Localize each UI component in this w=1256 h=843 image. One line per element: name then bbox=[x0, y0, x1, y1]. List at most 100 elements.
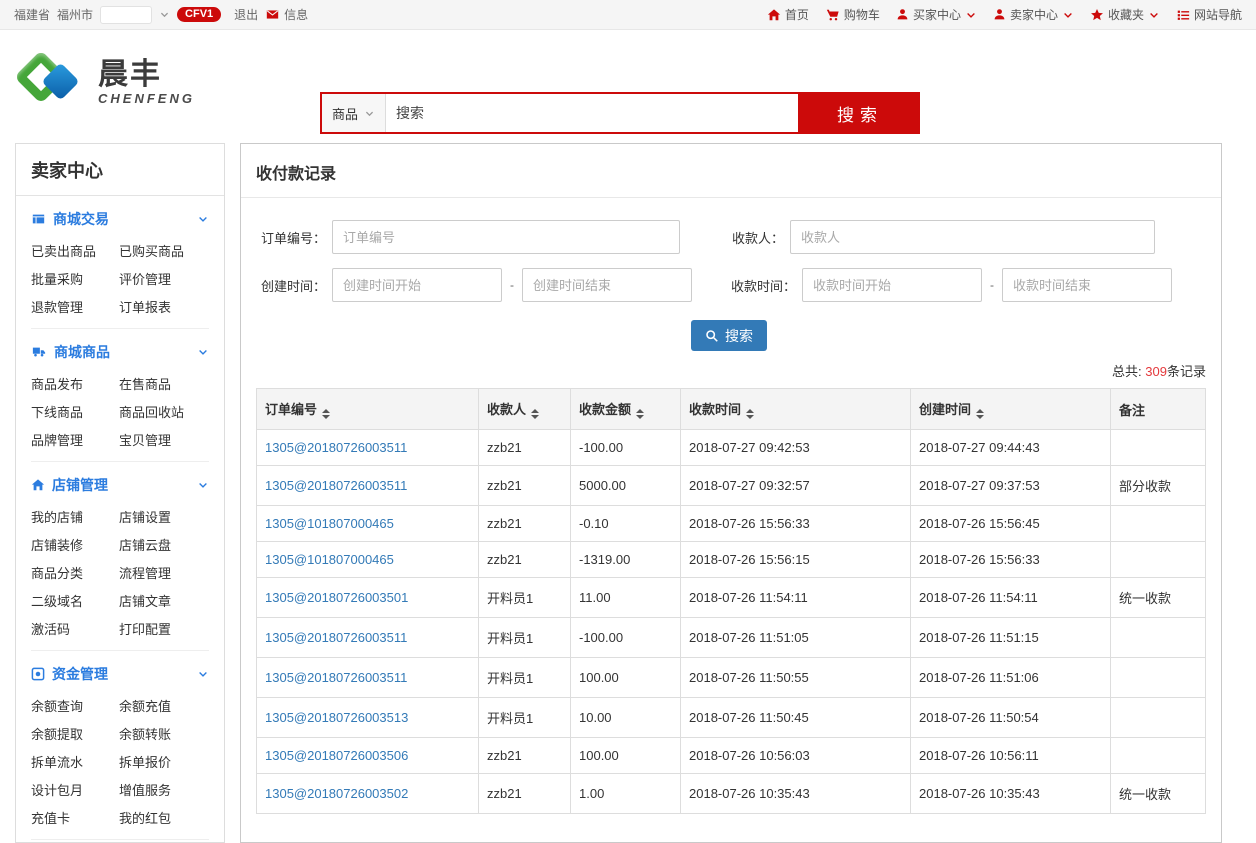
order-link[interactable]: 1305@101807000465 bbox=[265, 552, 394, 567]
order-link[interactable]: 1305@20180726003506 bbox=[265, 748, 408, 763]
sort-icon[interactable] bbox=[746, 409, 754, 419]
sidebar-section-mall-trade[interactable]: 商城交易 bbox=[31, 209, 209, 229]
chevron-down-icon bbox=[1148, 9, 1160, 21]
column-header-payee[interactable]: 收款人 bbox=[479, 389, 571, 430]
sidebar-item[interactable]: 已卖出商品 bbox=[31, 241, 119, 260]
topbar-link-seller-center[interactable]: 卖家中心 bbox=[993, 6, 1074, 23]
topbar-link-favorites[interactable]: 收藏夹 bbox=[1090, 6, 1160, 23]
cell-receive-time: 2018-07-26 11:54:11 bbox=[681, 578, 911, 618]
column-header-amount[interactable]: 收款金额 bbox=[571, 389, 681, 430]
header-search-button[interactable]: 搜索 bbox=[800, 92, 920, 134]
sidebar-item[interactable]: 激活码 bbox=[31, 619, 119, 638]
sidebar-item[interactable]: 余额提取 bbox=[31, 724, 119, 743]
sidebar-item[interactable]: 已购买商品 bbox=[119, 241, 209, 260]
order-no-input[interactable] bbox=[332, 220, 680, 254]
message-link[interactable]: 信息 bbox=[284, 6, 308, 23]
cell-remark bbox=[1111, 506, 1206, 542]
search-box: 商品 bbox=[320, 92, 800, 134]
column-header-receive-time[interactable]: 收款时间 bbox=[681, 389, 911, 430]
search-category-select[interactable]: 商品 bbox=[322, 94, 386, 132]
sidebar-item[interactable]: 余额查询 bbox=[31, 696, 119, 715]
sort-icon[interactable] bbox=[531, 409, 539, 419]
sidebar-item[interactable]: 拆单流水 bbox=[31, 752, 119, 771]
create-time-start-input[interactable] bbox=[332, 268, 502, 302]
cell-create-time: 2018-07-27 09:37:53 bbox=[911, 466, 1111, 506]
sidebar-item[interactable]: 批量采购 bbox=[31, 269, 119, 288]
order-link[interactable]: 1305@20180726003502 bbox=[265, 786, 408, 801]
logout-link[interactable]: 退出 bbox=[234, 6, 258, 23]
sidebar-item[interactable]: 店铺装修 bbox=[31, 535, 119, 554]
create-time-end-input[interactable] bbox=[522, 268, 692, 302]
sidebar-item[interactable]: 拆单报价 bbox=[119, 752, 209, 771]
order-link[interactable]: 1305@20180726003511 bbox=[265, 630, 407, 645]
sidebar-item[interactable]: 我的店铺 bbox=[31, 507, 119, 526]
sidebar-item[interactable]: 下线商品 bbox=[31, 402, 119, 421]
cell-payee: zzb21 bbox=[479, 542, 571, 578]
sidebar-item[interactable]: 商品回收站 bbox=[119, 402, 209, 421]
cell-amount: 5000.00 bbox=[571, 466, 681, 506]
sidebar-item[interactable]: 设计包月 bbox=[31, 780, 119, 799]
sidebar-item[interactable]: 商品发布 bbox=[31, 374, 119, 393]
city-link[interactable]: 福州市 bbox=[57, 6, 93, 23]
topbar: 福建省 福州市 CFV1 退出 信息 首页购物车买家中心卖家中心收藏夹网站导航 bbox=[0, 0, 1256, 30]
sidebar-item[interactable]: 退款管理 bbox=[31, 297, 119, 316]
sidebar-item[interactable]: 店铺设置 bbox=[119, 507, 209, 526]
sort-icon[interactable] bbox=[636, 409, 644, 419]
payee-input[interactable] bbox=[790, 220, 1155, 254]
sidebar-item[interactable]: 我的红包 bbox=[119, 808, 209, 827]
region-link[interactable]: 福建省 bbox=[14, 6, 50, 23]
receive-time-start-input[interactable] bbox=[802, 268, 982, 302]
sidebar-item[interactable]: 流程管理 bbox=[119, 563, 209, 582]
sidebar-section-mall-goods[interactable]: 商城商品 bbox=[31, 342, 209, 362]
sidebar-item[interactable]: 店铺文章 bbox=[119, 591, 209, 610]
cell-amount: -100.00 bbox=[571, 430, 681, 466]
filter-search-button[interactable]: 搜索 bbox=[691, 320, 767, 351]
receive-time-end-input[interactable] bbox=[1002, 268, 1172, 302]
sort-icon[interactable] bbox=[322, 409, 330, 419]
sidebar-item[interactable]: 宝贝管理 bbox=[119, 430, 209, 449]
user-select[interactable] bbox=[100, 6, 152, 24]
cell-order-no: 1305@20180726003513 bbox=[257, 698, 479, 738]
sidebar-item[interactable]: 评价管理 bbox=[119, 269, 209, 288]
order-link[interactable]: 1305@20180726003511 bbox=[265, 478, 407, 493]
records-table: 订单编号收款人收款金额收款时间创建时间备注 1305@2018072600351… bbox=[256, 388, 1206, 814]
sidebar-item[interactable]: 店铺云盘 bbox=[119, 535, 209, 554]
site-header: 晨丰 CHENFENG 商品 搜索 bbox=[0, 30, 1256, 135]
sidebar-item[interactable]: 在售商品 bbox=[119, 374, 209, 393]
sidebar-section-items: 余额查询余额充值余额提取余额转账拆单流水拆单报价设计包月增值服务充值卡我的红包 bbox=[31, 696, 209, 827]
main-panel: 收付款记录 订单编号： 收款人： 创建时间： - 收款时间： - bbox=[240, 143, 1222, 843]
order-link[interactable]: 1305@101807000465 bbox=[265, 516, 394, 531]
column-header-remark: 备注 bbox=[1111, 389, 1206, 430]
order-link[interactable]: 1305@20180726003511 bbox=[265, 440, 407, 455]
sort-icon[interactable] bbox=[976, 409, 984, 419]
topbar-link-buyer-center[interactable]: 买家中心 bbox=[896, 6, 977, 23]
sidebar-item[interactable]: 充值卡 bbox=[31, 808, 119, 827]
sidebar-item[interactable]: 打印配置 bbox=[119, 619, 209, 638]
order-link[interactable]: 1305@20180726003513 bbox=[265, 710, 408, 725]
column-header-create-time[interactable]: 创建时间 bbox=[911, 389, 1111, 430]
sidebar-item[interactable]: 增值服务 bbox=[119, 780, 209, 799]
chevron-down-icon[interactable] bbox=[159, 9, 170, 20]
home-icon bbox=[31, 478, 45, 492]
topbar-link-site-nav[interactable]: 网站导航 bbox=[1176, 6, 1242, 23]
order-link[interactable]: 1305@20180726003511 bbox=[265, 670, 407, 685]
sidebar-item[interactable]: 订单报表 bbox=[119, 297, 209, 316]
order-link[interactable]: 1305@20180726003501 bbox=[265, 590, 408, 605]
topbar-link-home[interactable]: 首页 bbox=[767, 6, 809, 23]
cell-amount: 10.00 bbox=[571, 698, 681, 738]
sidebar-item[interactable]: 余额转账 bbox=[119, 724, 209, 743]
sidebar-item[interactable]: 商品分类 bbox=[31, 563, 119, 582]
truck-icon bbox=[31, 345, 47, 359]
envelope-icon[interactable] bbox=[265, 8, 280, 21]
sidebar-section-shop-manage[interactable]: 店铺管理 bbox=[31, 475, 209, 495]
sidebar-item[interactable]: 二级域名 bbox=[31, 591, 119, 610]
sidebar-section-fund-manage[interactable]: 资金管理 bbox=[31, 664, 209, 684]
sidebar-item[interactable]: 品牌管理 bbox=[31, 430, 119, 449]
chevron-down-icon bbox=[197, 668, 209, 680]
user-badge[interactable]: CFV1 bbox=[177, 7, 221, 22]
logo[interactable]: 晨丰 CHENFENG bbox=[14, 44, 195, 120]
sidebar-item[interactable]: 余额充值 bbox=[119, 696, 209, 715]
column-header-order-no[interactable]: 订单编号 bbox=[257, 389, 479, 430]
topbar-link-cart[interactable]: 购物车 bbox=[825, 6, 880, 23]
search-input[interactable] bbox=[386, 94, 798, 132]
